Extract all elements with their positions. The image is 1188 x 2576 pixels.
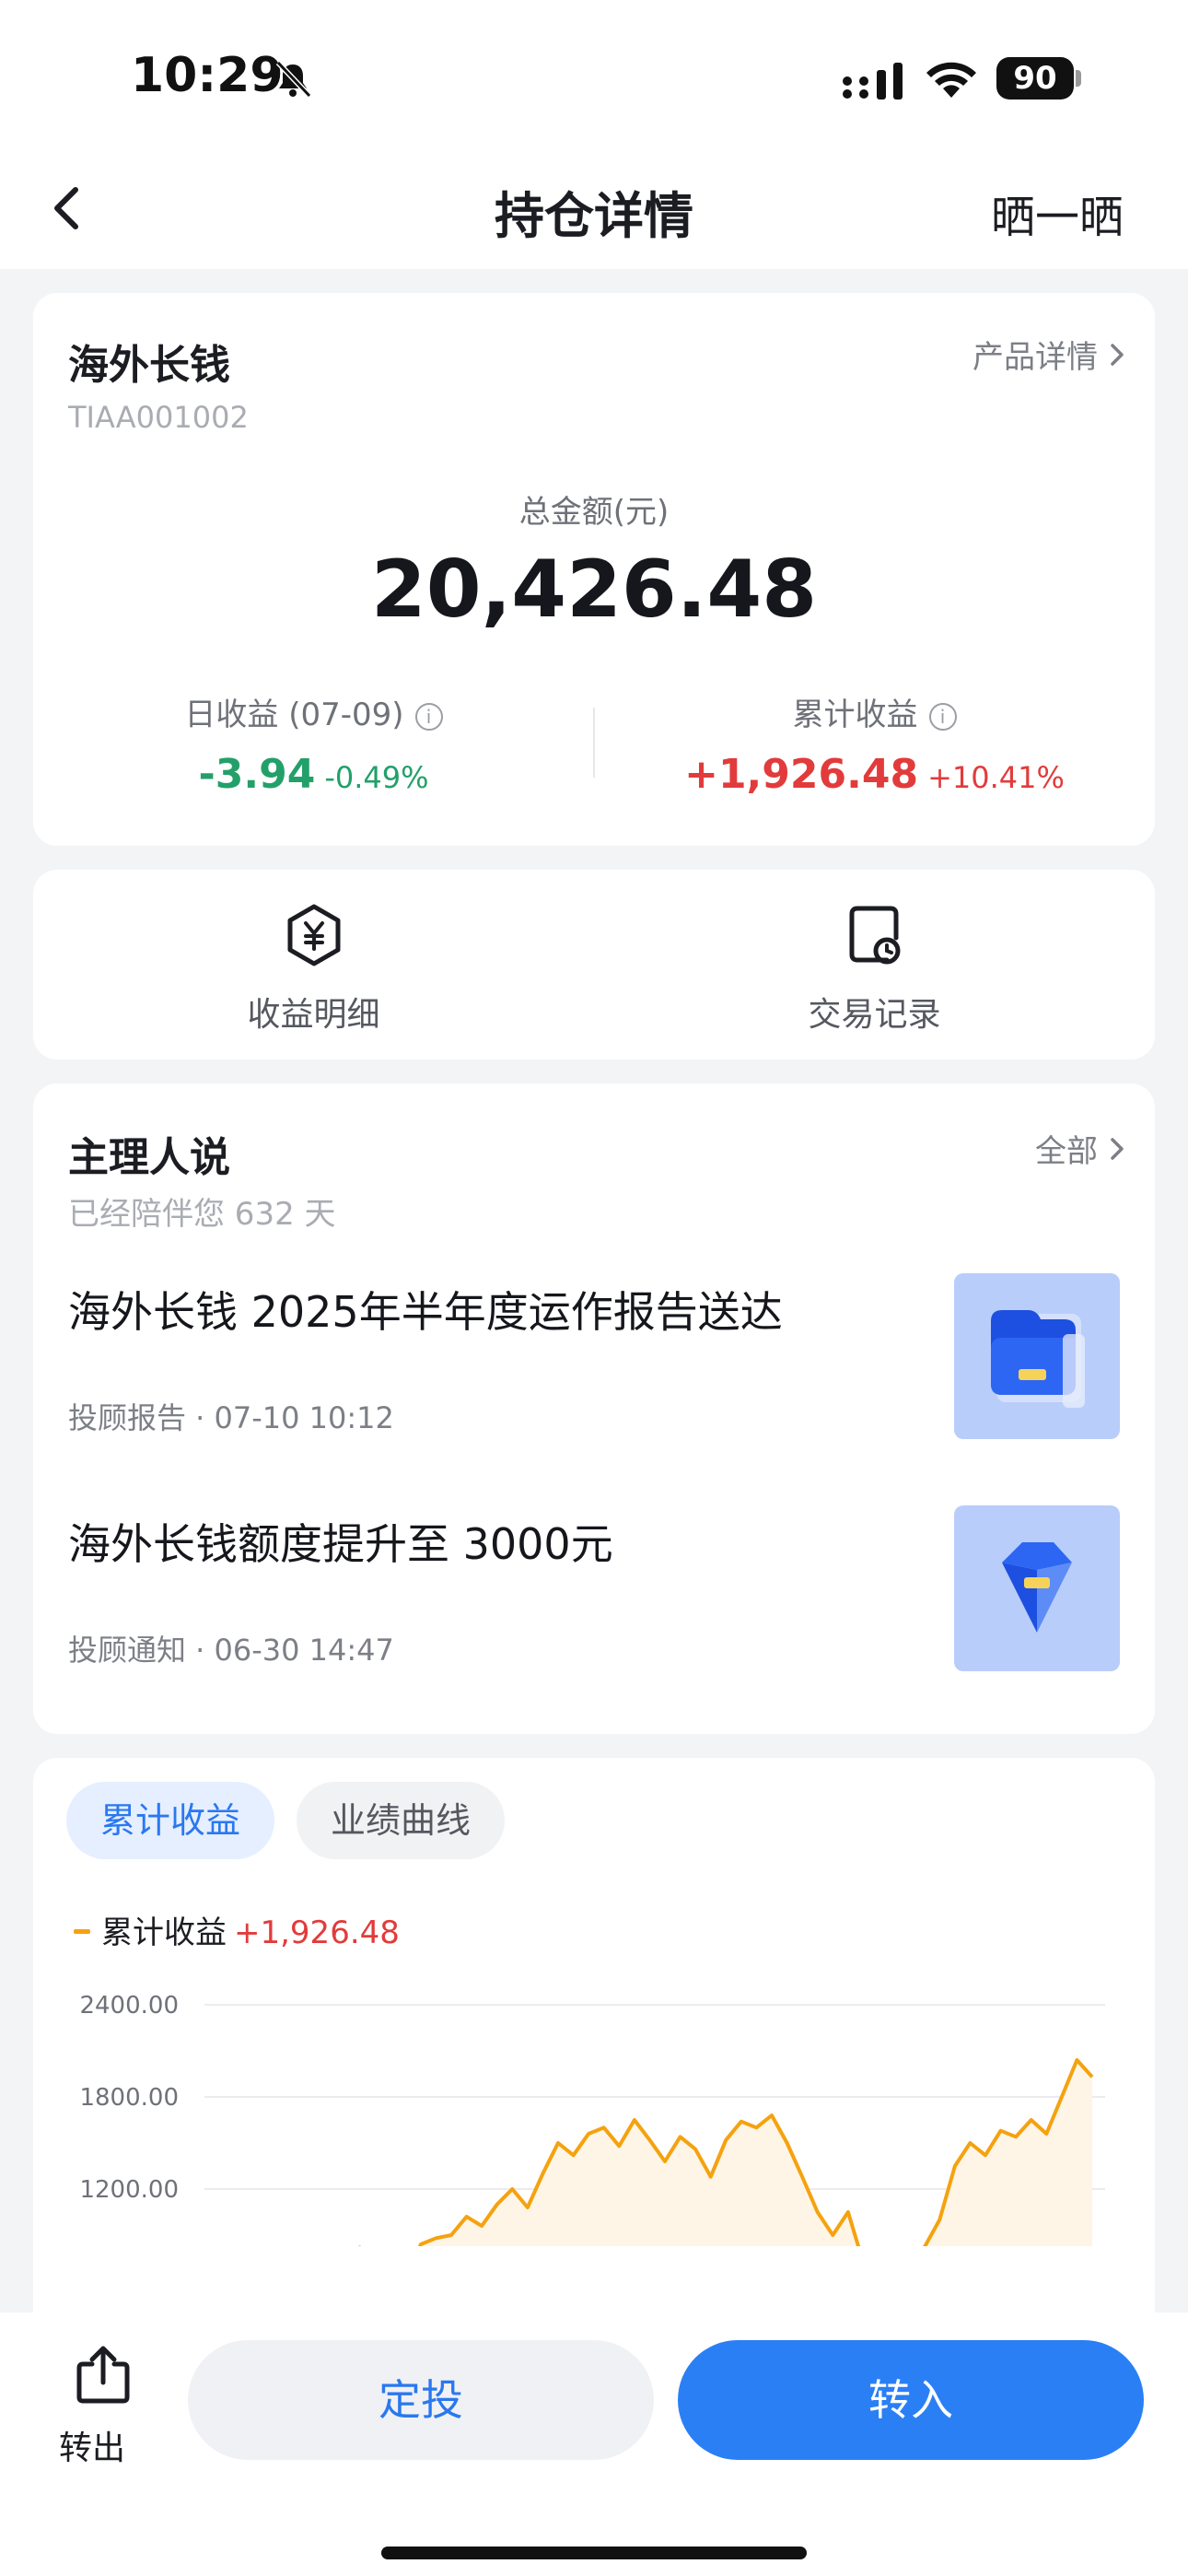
cellular-signal-icon bbox=[843, 63, 903, 100]
folder-3d-icon bbox=[991, 1310, 1085, 1408]
product-detail-label: 产品详情 bbox=[973, 339, 1098, 376]
bottom-action-bar: 转出 定投 转入 bbox=[0, 2313, 1188, 2576]
holding-summary-card: 海外长钱 TIAA001002 产品详情 总金额(元) 20,426.48 日收… bbox=[33, 293, 1155, 846]
earnings-detail-label: 收益明细 bbox=[247, 996, 380, 1034]
product-detail-link[interactable]: 产品详情 bbox=[973, 332, 1125, 377]
battery-level: 90 bbox=[996, 57, 1074, 100]
home-indicator bbox=[381, 2547, 807, 2559]
fund-code: TIAA001002 bbox=[68, 400, 249, 435]
article-thumbnail bbox=[954, 1505, 1120, 1671]
article-title: 海外长钱 2025年半年度运作报告送达 bbox=[68, 1287, 783, 1337]
status-time: 10:29 bbox=[131, 48, 284, 103]
wifi-icon bbox=[926, 62, 976, 98]
earnings-line-chart[interactable]: 2400.001800.001200.00600.00 bbox=[33, 1970, 1155, 2246]
fixed-investment-button[interactable]: 定投 bbox=[188, 2340, 654, 2460]
article-thumbnail bbox=[954, 1273, 1120, 1439]
daily-earnings-label: 日收益 (07-09) bbox=[184, 697, 404, 733]
manager-section-title: 主理人说 bbox=[68, 1134, 230, 1181]
article-item[interactable]: 海外长钱 2025年半年度运作报告送达 投顾报告 · 07-10 10:12 bbox=[68, 1273, 1120, 1439]
y-tick-label: 2400.00 bbox=[79, 1992, 179, 2020]
earnings-chart-card: 累计收益 业绩曲线 累计收益 +1,926.48 2400.00 1800.00 12… bbox=[33, 1758, 1155, 2348]
trade-records-label: 交易记录 bbox=[808, 996, 941, 1034]
view-all-label: 全部 bbox=[1035, 1133, 1098, 1170]
record-clock-icon bbox=[849, 906, 901, 965]
chart-legend: 累计收益 +1,926.48 bbox=[74, 1907, 400, 1952]
share-out-icon bbox=[76, 2346, 130, 2404]
transfer-out-label: 转出 bbox=[59, 2430, 126, 2467]
legend-label: 累计收益 bbox=[101, 1914, 227, 1951]
cumulative-earnings-label: 累计收益 bbox=[792, 697, 918, 733]
bell-muted-icon bbox=[275, 60, 312, 99]
article-meta: 投顾报告 · 07-10 10:12 bbox=[68, 1400, 394, 1435]
view-all-link[interactable]: 全部 bbox=[1035, 1126, 1125, 1171]
daily-earnings: 日收益 (07-09) i -3.94 -0.49% bbox=[33, 689, 594, 798]
manager-says-card: 主理人说 已经陪伴您 632 天 全部 海外长钱 2025年半年度运作报告送达 … bbox=[33, 1083, 1155, 1734]
chevron-right-icon bbox=[1111, 344, 1124, 366]
legend-swatch bbox=[74, 1929, 90, 1934]
gem-3d-icon bbox=[1002, 1542, 1072, 1633]
share-button[interactable]: 晒一晒 bbox=[991, 181, 1124, 245]
tab-performance-curve[interactable]: 业绩曲线 bbox=[297, 1782, 505, 1859]
article-meta: 投顾通知 · 06-30 14:47 bbox=[68, 1633, 394, 1668]
total-amount-value: 20,426.48 bbox=[370, 544, 818, 636]
earnings-detail-button[interactable]: 收益明细 bbox=[33, 870, 594, 1060]
daily-earnings-pct: -0.49% bbox=[324, 760, 429, 795]
cumulative-earnings-pct: +10.41% bbox=[927, 760, 1065, 795]
y-tick-label: 1800.00 bbox=[79, 2084, 179, 2112]
y-tick-label: 1200.00 bbox=[79, 2176, 179, 2204]
article-title: 海外长钱额度提升至 3000元 bbox=[68, 1519, 613, 1569]
info-icon[interactable]: i bbox=[928, 703, 957, 731]
companion-days: 已经陪伴您 632 天 bbox=[68, 1196, 336, 1233]
fund-name: 海外长钱 bbox=[68, 342, 230, 389]
trade-records-button[interactable]: 交易记录 bbox=[594, 870, 1155, 1060]
yuan-hexagon-icon bbox=[287, 904, 341, 966]
daily-earnings-value: -3.94 bbox=[198, 751, 316, 798]
total-amount-label: 总金额(元) bbox=[518, 494, 670, 531]
legend-value: +1,926.48 bbox=[234, 1914, 400, 1951]
cumulative-earnings-value: +1,926.48 bbox=[684, 751, 919, 798]
info-icon[interactable]: i bbox=[414, 703, 443, 731]
article-item[interactable]: 海外长钱额度提升至 3000元 投顾通知 · 06-30 14:47 bbox=[68, 1505, 1120, 1671]
tab-cumulative-earnings[interactable]: 累计收益 bbox=[66, 1782, 274, 1859]
cumulative-earnings: 累计收益 i +1,926.48 +10.41% bbox=[594, 689, 1155, 798]
nav-bar: 持仓详情 晒一晒 bbox=[0, 147, 1188, 269]
battery-icon: 90 bbox=[996, 57, 1083, 101]
transfer-in-button[interactable]: 转入 bbox=[678, 2340, 1144, 2460]
quick-actions-card: 收益明细 交易记录 bbox=[33, 870, 1155, 1060]
chevron-right-icon bbox=[1111, 1138, 1124, 1160]
status-bar: 10:29 90 bbox=[0, 0, 1188, 147]
